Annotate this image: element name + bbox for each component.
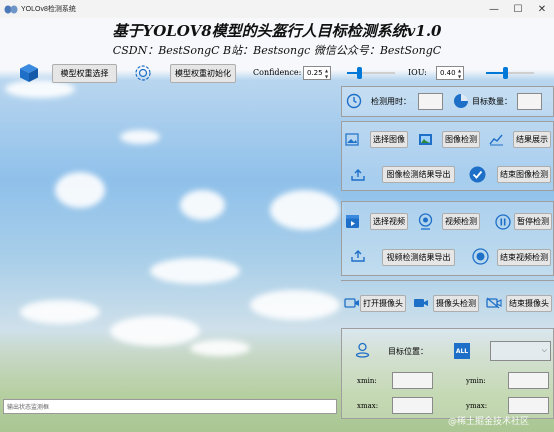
init-weights-button[interactable]: 模型权重初始化: [170, 64, 236, 83]
ymin-label: ymin:: [466, 377, 486, 385]
confidence-value: 0.25: [307, 69, 323, 77]
target-count-label: 目标数量：: [472, 97, 512, 106]
spin-down-icon[interactable]: ▼: [458, 74, 461, 79]
video-file-icon: [346, 215, 359, 228]
confidence-slider[interactable]: [347, 67, 395, 79]
export-image-result-button[interactable]: 图像检测结果导出: [382, 166, 455, 183]
spin-up-icon[interactable]: ▲: [458, 68, 461, 73]
target-select-dropdown[interactable]: ⌵: [490, 341, 551, 361]
spin-up-icon[interactable]: ▲: [325, 68, 328, 73]
watermark: @稀土掘金技术社区: [448, 417, 530, 427]
spin-down-icon[interactable]: ▼: [325, 74, 328, 79]
ymin-field: [508, 372, 549, 389]
cloud: [55, 172, 105, 208]
select-image-button[interactable]: 选择图像: [370, 131, 408, 148]
end-camera-button[interactable]: 结束摄像头: [506, 295, 552, 312]
check-circle-icon: [469, 166, 486, 183]
confidence-label: Confidence:: [253, 68, 302, 77]
ymax-label: ymax:: [466, 402, 488, 410]
location-person-icon: [355, 342, 370, 358]
open-camera-button[interactable]: 打开摄像头: [360, 295, 406, 312]
cube-icon: [20, 64, 38, 82]
camera-icon: [344, 298, 359, 308]
page-subtitle: CSDN：BestSongC B站：Bestsongc 微信公众号：BestSo…: [112, 44, 442, 57]
cloud: [250, 290, 340, 320]
target-position-label: 目标位置：: [388, 347, 428, 356]
pause-icon: [495, 214, 511, 230]
webcam-icon: [418, 213, 433, 230]
show-result-button[interactable]: 结果展示: [513, 131, 551, 148]
page-title: 基于YOLOV8模型的头盔行人目标检测系统v1.0: [112, 22, 442, 40]
chevron-down-icon: ⌵: [541, 346, 547, 354]
cloud: [150, 258, 240, 284]
xmin-label: xmin:: [357, 377, 377, 385]
confidence-spinbox[interactable]: 0.25 ▲ ▼: [303, 66, 331, 80]
iou-value: 0.40: [440, 69, 456, 77]
cloud: [270, 190, 340, 230]
window-title-bar[interactable]: YOLOv8检测系统 — ☐ ✕: [0, 0, 554, 18]
line-chart-icon: [489, 134, 503, 146]
detect-time-value: [418, 93, 443, 110]
select-weights-button[interactable]: 模型权重选择: [52, 64, 117, 83]
xmax-field: [392, 397, 433, 414]
cloud: [20, 300, 100, 324]
confidence-slider-handle[interactable]: [356, 67, 362, 79]
video-detect-button[interactable]: 视频检测: [442, 213, 480, 230]
select-video-button[interactable]: 选择视频: [370, 213, 408, 230]
window-title: YOLOv8检测系统: [21, 6, 76, 13]
target-icon: [135, 65, 151, 81]
maximize-button[interactable]: ☐: [506, 0, 530, 18]
minimize-button[interactable]: —: [482, 0, 506, 18]
close-button[interactable]: ✕: [530, 0, 554, 18]
clock-icon: [346, 93, 362, 109]
all-targets-icon: ALL: [454, 343, 470, 359]
app-window: YOLOv8检测系统 — ☐ ✕ 基于YOLOV8模型的头盔行人目标检测系统v1…: [0, 0, 554, 432]
iou-slider[interactable]: [486, 67, 534, 79]
export-video-result-button[interactable]: 视频检测结果导出: [382, 249, 455, 266]
upload-icon: [351, 250, 365, 262]
status-output-box[interactable]: 输出状态监测框: [3, 399, 337, 414]
pause-detect-button[interactable]: 暂停检测: [514, 213, 552, 230]
pie-chart-icon: [454, 94, 468, 108]
camera-off-icon: [486, 297, 502, 309]
xmin-field: [392, 372, 433, 389]
cloud: [190, 340, 250, 356]
end-video-detect-button[interactable]: 结束视频检测: [497, 249, 551, 266]
iou-label: IOU:: [408, 68, 427, 77]
iou-slider-handle[interactable]: [502, 67, 508, 79]
stop-circle-icon: [472, 248, 489, 265]
iou-spinbox[interactable]: 0.40 ▲ ▼: [436, 66, 464, 80]
upload-icon: [351, 169, 365, 181]
target-count-value: [517, 93, 542, 110]
ymax-field: [508, 397, 549, 414]
xmax-label: xmax:: [357, 402, 379, 410]
image-detect-icon: [419, 134, 432, 145]
camera-detect-button[interactable]: 摄像头检测: [433, 295, 479, 312]
detect-time-label: 检测用时：: [371, 97, 411, 106]
image-icon: [345, 133, 359, 146]
cloud: [120, 130, 160, 144]
cloud: [110, 316, 200, 346]
divider: [341, 280, 554, 281]
app-icon: [4, 5, 18, 13]
image-detect-button[interactable]: 图像检测: [442, 131, 480, 148]
end-image-detect-button[interactable]: 结束图像检测: [497, 166, 551, 183]
status-placeholder: 输出状态监测框: [7, 405, 50, 411]
video-camera-icon: [414, 299, 428, 307]
cloud: [180, 190, 225, 220]
